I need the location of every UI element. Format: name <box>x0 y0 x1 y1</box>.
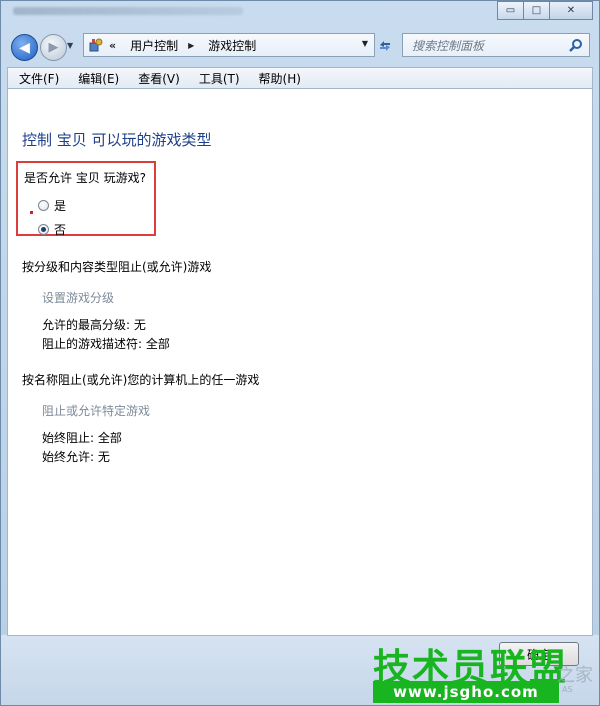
back-button[interactable]: ◀ <box>11 34 38 61</box>
radio-label-no[interactable]: 否 <box>54 221 66 238</box>
blocked-descriptors-info: 阻止的游戏描述符: 全部 <box>42 337 170 351</box>
annotation-dot <box>30 211 33 214</box>
menu-view[interactable]: 查看(V) <box>127 70 188 87</box>
forward-button[interactable]: ▶ <box>40 34 67 61</box>
menu-file[interactable]: 文件(F) <box>8 70 67 87</box>
footer-divider <box>7 635 593 636</box>
radio-option-yes[interactable]: 是 <box>38 197 66 214</box>
watermark-small-text: AS <box>562 685 573 694</box>
radio-button-no[interactable] <box>38 224 49 235</box>
blurred-title <box>13 7 243 15</box>
close-button[interactable]: ✕ <box>549 1 593 20</box>
set-game-ratings-link[interactable]: 设置游戏分级 <box>42 289 114 306</box>
search-box[interactable]: 搜索控制面板 <box>402 33 590 57</box>
block-specific-games-link[interactable]: 阻止或允许特定游戏 <box>42 402 150 419</box>
breadcrumb-separator-icon[interactable]: ▶ <box>188 41 194 50</box>
window-controls: ▭ □ ✕ <box>497 1 593 20</box>
radio-option-no[interactable]: 否 <box>38 221 66 238</box>
section-name-title: 按名称阻止(或允许)您的计算机上的任一游戏 <box>22 373 260 387</box>
radio-selected-dot <box>41 227 46 232</box>
content-area: 控制 宝贝 可以玩的游戏类型 是否允许 宝贝 玩游戏? 是 否 按分级和内容类型… <box>7 89 593 635</box>
address-bar[interactable]: « 用户控制 ▶ 游戏控制 ▼ <box>83 33 375 57</box>
menu-help[interactable]: 帮助(H) <box>248 70 309 87</box>
breadcrumb-game-controls[interactable]: 游戏控制 <box>208 37 256 54</box>
address-dropdown-icon[interactable]: ▼ <box>362 39 368 48</box>
watermark-side-text: 之家 <box>557 665 593 686</box>
search-icon[interactable] <box>569 38 583 52</box>
radio-button-yes[interactable] <box>38 200 49 211</box>
search-placeholder: 搜索控制面板 <box>412 38 485 53</box>
watermark-url: www.jsgho.com <box>373 681 559 703</box>
control-panel-icon <box>87 37 105 53</box>
breadcrumb-user-controls[interactable]: 用户控制 <box>130 37 178 54</box>
navigation-bar: ◀ ▶ ▼ « 用户控制 ▶ 游戏控制 ▼ 搜索控制面板 <box>1 29 599 65</box>
section-rating-title: 按分级和内容类型阻止(或允许)游戏 <box>22 260 212 274</box>
breadcrumb-overflow-icon[interactable]: « <box>109 39 116 52</box>
page-title: 控制 宝贝 可以玩的游戏类型 <box>22 131 212 149</box>
always-allow-info: 始终允许: 无 <box>42 450 110 464</box>
refresh-icon[interactable] <box>374 33 396 57</box>
menu-edit[interactable]: 编辑(E) <box>67 70 127 87</box>
minimize-button[interactable]: ▭ <box>497 1 524 20</box>
menu-bar: 文件(F) 编辑(E) 查看(V) 工具(T) 帮助(H) <box>7 67 593 89</box>
allow-games-question: 是否允许 宝贝 玩游戏? <box>24 171 146 185</box>
maximize-button[interactable]: □ <box>523 1 550 20</box>
menu-tools[interactable]: 工具(T) <box>188 70 248 87</box>
max-rating-info: 允许的最高分级: 无 <box>42 318 146 332</box>
always-block-info: 始终阻止: 全部 <box>42 431 122 445</box>
title-bar: ▭ □ ✕ <box>1 1 599 27</box>
game-controls-window: ▭ □ ✕ ◀ ▶ ▼ « 用户控制 ▶ 游戏控制 ▼ 搜索控制面板 文件(F)… <box>0 0 600 706</box>
radio-label-yes[interactable]: 是 <box>54 197 66 214</box>
recent-pages-dropdown-icon[interactable]: ▼ <box>67 41 73 50</box>
